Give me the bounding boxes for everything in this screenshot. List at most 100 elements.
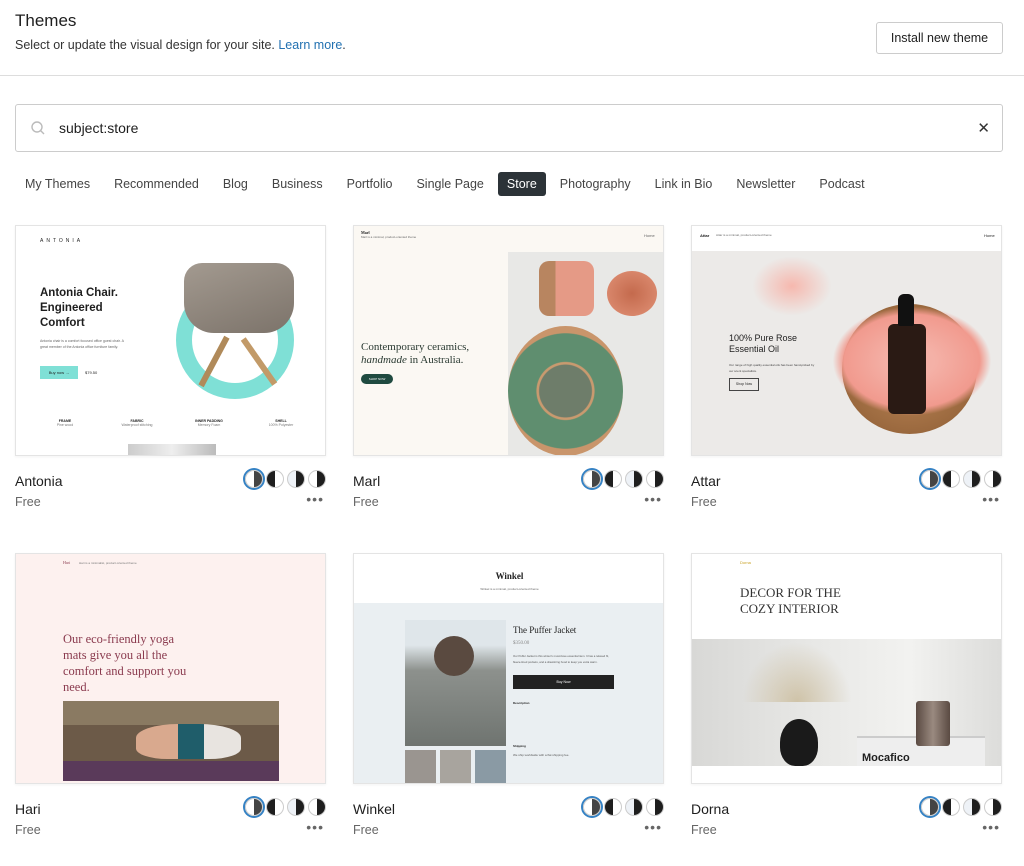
tab-photography[interactable]: Photography	[550, 172, 641, 196]
ellipsis-icon[interactable]: •••	[644, 819, 662, 835]
theme-preview[interactable]: Hari Hari is a minimalist, product orien…	[15, 553, 326, 784]
theme-card-hari[interactable]: Hari Hari is a minimalist, product orien…	[15, 553, 326, 837]
style-variation-icon[interactable]	[287, 798, 305, 816]
preview-book-title: Mocafico	[862, 752, 910, 764]
tab-portfolio[interactable]: Portfolio	[337, 172, 403, 196]
theme-preview[interactable]: Marl Marl is a minimal, product-oriented…	[353, 225, 664, 456]
theme-price: Free	[15, 823, 41, 837]
theme-name: Attar	[691, 473, 721, 489]
theme-price: Free	[691, 823, 717, 837]
close-icon[interactable]: ✕	[977, 119, 990, 137]
page-title: Themes	[15, 11, 77, 30]
tab-link-in-bio[interactable]: Link in Bio	[645, 172, 723, 196]
style-variation-icon[interactable]	[625, 798, 643, 816]
tab-blog[interactable]: Blog	[213, 172, 258, 196]
preview-shop-button: SHOP NOW	[361, 374, 393, 384]
style-variation-icon[interactable]	[245, 798, 263, 816]
theme-preview[interactable]: ANTONIA Antonia Chair. Engineered Comfor…	[15, 225, 326, 456]
ellipsis-icon[interactable]: •••	[306, 491, 324, 507]
style-variation-icon[interactable]	[245, 470, 263, 488]
ellipsis-icon[interactable]: •••	[982, 491, 1000, 507]
style-variation-icon[interactable]	[963, 470, 981, 488]
preview-tagline: Attar is a minimal, product-oriented the…	[716, 233, 772, 237]
theme-name: Dorna	[691, 801, 730, 817]
theme-preview[interactable]: Dorna DECOR FOR THE COZY INTERIOR Mocafic…	[691, 553, 1002, 784]
search-box[interactable]: subject:store ✕	[15, 104, 1003, 152]
theme-card-marl[interactable]: Marl Marl is a minimal, product-oriented…	[353, 225, 664, 509]
style-variations	[921, 470, 1002, 488]
theme-name: Marl	[353, 473, 381, 489]
style-variation-icon[interactable]	[583, 798, 601, 816]
theme-card-attar[interactable]: Attar Attar is a minimal, product-orient…	[691, 225, 1002, 509]
style-variation-icon[interactable]	[646, 798, 664, 816]
theme-card-antonia[interactable]: ANTONIA Antonia Chair. Engineered Comfor…	[15, 225, 326, 509]
style-variation-icon[interactable]	[942, 470, 960, 488]
style-variation-icon[interactable]	[625, 470, 643, 488]
preview-brand: Winkel	[495, 571, 524, 581]
install-new-theme-button[interactable]: Install new theme	[876, 22, 1003, 54]
preview-tagline: Hari is a minimalist, product oriented t…	[79, 561, 137, 565]
style-variation-icon[interactable]	[604, 798, 622, 816]
preview-brand: Dorna	[740, 560, 751, 565]
preview-price: $79.50	[85, 370, 98, 375]
theme-preview[interactable]: Attar Attar is a minimal, product-orient…	[691, 225, 1002, 456]
style-variation-icon[interactable]	[604, 470, 622, 488]
ellipsis-icon[interactable]: •••	[982, 819, 1000, 835]
learn-more-link[interactable]: Learn more	[278, 38, 342, 52]
ellipsis-icon[interactable]: •••	[644, 491, 662, 507]
theme-card-dorna[interactable]: Dorna DECOR FOR THE COZY INTERIOR Mocafic…	[691, 553, 1002, 837]
style-variations	[921, 798, 1002, 816]
search-icon	[31, 121, 45, 135]
ellipsis-icon[interactable]: •••	[306, 819, 324, 835]
tab-newsletter[interactable]: Newsletter	[726, 172, 805, 196]
preview-shipping-label: Shipping	[513, 744, 526, 748]
tab-single-page[interactable]: Single Page	[406, 172, 493, 196]
tab-recommended[interactable]: Recommended	[104, 172, 209, 196]
preview-buy-button: Buy Now	[513, 675, 614, 689]
style-variation-icon[interactable]	[583, 470, 601, 488]
style-variation-icon[interactable]	[266, 798, 284, 816]
preview-body: Our Puffer Jacket is this winter's must-…	[513, 654, 609, 664]
preview-description-label: Description	[513, 701, 530, 705]
style-variation-icon[interactable]	[308, 470, 326, 488]
theme-preview[interactable]: Winkel Winkel is a minimal, product-orie…	[353, 553, 664, 784]
style-variation-icon[interactable]	[266, 470, 284, 488]
style-variation-icon[interactable]	[921, 470, 939, 488]
style-variation-icon[interactable]	[921, 798, 939, 816]
preview-tagline: Marl is a minimal, product-oriented them…	[361, 235, 417, 239]
style-variation-icon[interactable]	[308, 798, 326, 816]
style-variation-icon[interactable]	[287, 470, 305, 488]
theme-price: Free	[15, 495, 41, 509]
preview-brand: Attar	[700, 233, 710, 238]
preview-headline: 100% Pure Rose Essential Oil	[729, 333, 798, 354]
style-variations	[583, 470, 664, 488]
preview-spec: FABRIC Waterproof stitching	[121, 419, 153, 427]
preview-nav: Home	[984, 233, 995, 238]
preview-headline: DECOR FOR THE COZY INTERIOR	[740, 585, 841, 616]
tab-my-themes[interactable]: My Themes	[15, 172, 100, 196]
preview-shipping-text: We ship worldwide with a flat shipping f…	[513, 753, 570, 757]
search-input[interactable]: subject:store	[59, 120, 138, 136]
style-variation-icon[interactable]	[646, 470, 664, 488]
tab-business[interactable]: Business	[262, 172, 333, 196]
style-variation-icon[interactable]	[984, 470, 1002, 488]
theme-name: Winkel	[353, 801, 396, 817]
preview-product-title: The Puffer Jacket	[513, 625, 577, 635]
preview-body: Antonia chair is a comfort focused offic…	[40, 339, 124, 349]
theme-price: Free	[353, 495, 379, 509]
preview-tagline: Winkel is a minimal, product-oriented th…	[480, 587, 539, 591]
divider	[0, 75, 1024, 76]
tab-store[interactable]: Store	[497, 172, 546, 196]
theme-card-winkel[interactable]: Winkel Winkel is a minimal, product-orie…	[353, 553, 664, 837]
style-variation-icon[interactable]	[963, 798, 981, 816]
style-variations	[245, 798, 326, 816]
theme-price: Free	[691, 495, 717, 509]
style-variation-icon[interactable]	[942, 798, 960, 816]
preview-spec: INNER PADDING Memory Foam	[195, 419, 223, 427]
tab-podcast[interactable]: Podcast	[809, 172, 874, 196]
preview-spec: SHELL 100% Polyester	[268, 419, 294, 427]
style-variation-icon[interactable]	[984, 798, 1002, 816]
style-variations	[583, 798, 664, 816]
theme-price: Free	[353, 823, 379, 837]
preview-brand: Hari	[63, 560, 71, 565]
